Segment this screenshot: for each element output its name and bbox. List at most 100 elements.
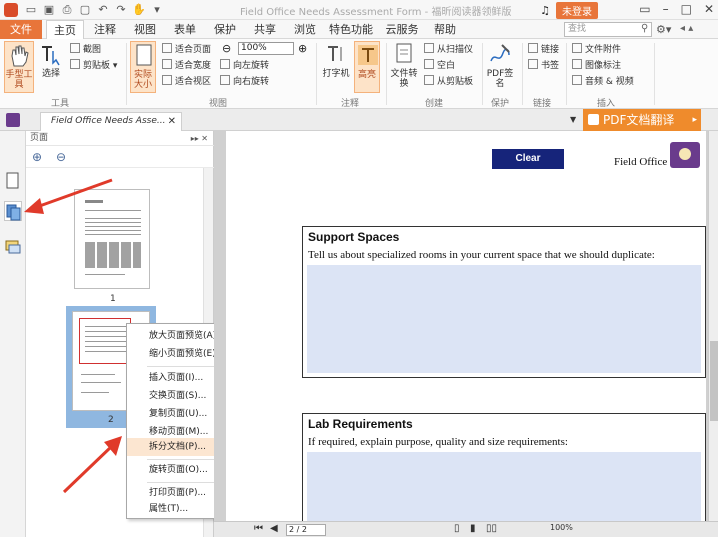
convert-button[interactable]: 文件转换 [390, 41, 418, 89]
highlight-button[interactable]: 高亮 [354, 41, 380, 93]
ribbon-separator [386, 43, 387, 105]
zoom-dropdown[interactable]: 100% [238, 42, 294, 55]
close-tab-icon[interactable]: ✕ [168, 113, 176, 130]
file-attachment-button[interactable]: 文件附件 [572, 43, 621, 57]
image-annotation-button[interactable]: 图像标注 [572, 59, 621, 73]
zoom-in-thumbnail-icon[interactable]: ⊕ [32, 150, 42, 164]
bell-icon[interactable]: ♫ [540, 4, 550, 17]
group-label-insert: 插入 [596, 99, 615, 109]
page-thumbnail-1[interactable] [74, 189, 150, 289]
prev-page-icon[interactable]: ◀ [270, 523, 278, 534]
new-icon[interactable]: ▢ [78, 3, 92, 17]
window-controls: ▭ – □ ✕ [639, 2, 714, 16]
ribbon: 手型工具 选择 截图 剪贴板 ▾ 工具 实际大小 适合页面 适合宽度 适合视区 … [0, 39, 718, 109]
from-scanner-button[interactable]: 从扫描仪 [424, 43, 473, 57]
page-number-1: 1 [110, 294, 116, 304]
panel-controls-icon[interactable]: ▸▸ ✕ [191, 131, 208, 146]
tab-home[interactable]: 主页 [46, 20, 84, 39]
thumb-line [85, 210, 141, 211]
zoom-out-thumbnail-icon[interactable]: ⊖ [56, 150, 66, 164]
nav-arrows-icon[interactable]: ◂ ▴ [680, 23, 693, 34]
open-icon[interactable]: ▭ [24, 3, 38, 17]
clear-button[interactable]: Clear [492, 149, 564, 169]
file-menu-button[interactable]: 文件 [0, 20, 42, 39]
tab-browse[interactable]: 浏览 [288, 20, 322, 39]
document-tab[interactable]: Field Office Needs Asse... ✕ [40, 112, 182, 131]
tab-share[interactable]: 共享 [248, 20, 282, 39]
restore-icon[interactable]: ▭ [639, 2, 650, 16]
view-mode-icon[interactable]: ▯▯ [486, 523, 497, 534]
redo-icon[interactable]: ↷ [114, 3, 128, 17]
tab-featured[interactable]: 特色功能 [326, 20, 376, 39]
login-button[interactable]: 未登录 [556, 2, 598, 19]
support-spaces-field[interactable] [307, 265, 701, 373]
tab-help[interactable]: 帮助 [428, 20, 462, 39]
thumb-line [85, 242, 141, 268]
rotate-left-button[interactable]: 向左旋转 [220, 59, 269, 73]
ribbon-separator [316, 43, 317, 105]
rail-page-button[interactable] [4, 171, 22, 191]
scrollbar-thumb[interactable] [710, 341, 718, 421]
thumb-line [85, 200, 103, 203]
clipboard-icon [70, 59, 80, 69]
actual-size-button[interactable]: 实际大小 [130, 41, 156, 93]
tab-comment[interactable]: 注释 [88, 20, 122, 39]
zoom-level[interactable]: 100% [550, 523, 573, 532]
dropdown-arrow-icon[interactable]: ▼ [570, 115, 576, 124]
ribbon-separator [482, 43, 483, 105]
minimize-icon[interactable]: – [663, 2, 669, 16]
camera-icon [70, 43, 80, 53]
zoom-out-icon[interactable]: ⊖ [222, 42, 231, 55]
screenshot-button[interactable]: 截图 [70, 43, 101, 57]
pdf-translate-button[interactable]: PDF文档翻译 ▸ [583, 109, 701, 131]
search-input[interactable]: 查找 [564, 22, 652, 37]
page-number-input[interactable]: 2 / 2 [286, 524, 326, 536]
tab-cloud[interactable]: 云服务 [382, 20, 422, 39]
section-description: If required, explain purpose, quality an… [308, 436, 568, 448]
save-icon[interactable]: ▣ [42, 3, 56, 17]
navigation-rail [0, 131, 26, 537]
customize-icon[interactable]: ▾ [150, 3, 164, 17]
text-cursor-icon [42, 46, 60, 66]
rail-comments-button[interactable] [4, 237, 22, 257]
clipboard-button[interactable]: 剪贴板 ▾ [70, 59, 117, 73]
blank-button[interactable]: 空白 [424, 59, 455, 73]
pdf-sign-button[interactable]: PDF签名 [486, 41, 514, 89]
fit-page-button[interactable]: 适合页面 [162, 43, 211, 57]
view-mode-icon[interactable]: ▯ [454, 523, 460, 534]
view-mode-icon[interactable]: ▮ [470, 523, 476, 534]
close-icon[interactable]: ✕ [704, 2, 714, 16]
rotate-left-icon [220, 59, 230, 69]
sticky-note-icon[interactable] [670, 142, 700, 168]
maximize-icon[interactable]: □ [681, 2, 692, 16]
print-icon[interactable]: ⎙ [60, 3, 74, 17]
select-button[interactable]: 选择 [38, 41, 64, 79]
typewriter-button[interactable]: 打字机 [322, 41, 350, 79]
first-page-icon[interactable]: ⏮ [254, 523, 263, 534]
rail-thumbnails-button[interactable] [4, 201, 22, 221]
fit-visible-button[interactable]: 适合视区 [162, 75, 211, 89]
zoom-in-icon[interactable]: ⊕ [298, 42, 307, 55]
rotate-right-button[interactable]: 向右旋转 [220, 75, 269, 89]
panel-toolbar: ⊕ ⊖ [26, 146, 214, 168]
tab-protect[interactable]: 保护 [208, 20, 242, 39]
from-clipboard-button[interactable]: 从剪贴板 [424, 75, 473, 89]
audio-video-button[interactable]: 音频 & 视频 [572, 75, 634, 89]
bookmark-button[interactable]: 书签 [528, 59, 559, 73]
hand-tool-button[interactable]: 手型工具 [4, 41, 34, 93]
tab-form[interactable]: 表单 [168, 20, 202, 39]
link-button[interactable]: 链接 [528, 43, 559, 57]
group-label-view: 视图 [208, 99, 227, 109]
undo-icon[interactable]: ↶ [96, 3, 110, 17]
hand-icon[interactable]: ✋ [132, 3, 146, 17]
chevron-right-icon: ▸ [692, 115, 697, 125]
ribbon-separator [126, 43, 127, 105]
search-icon[interactable]: ⚲ [641, 23, 648, 34]
fit-width-button[interactable]: 适合宽度 [162, 59, 211, 73]
tab-view[interactable]: 视图 [128, 20, 162, 39]
gear-icon[interactable]: ⚙▾ [656, 23, 671, 36]
highlight-icon [358, 45, 378, 65]
app-logo-icon [4, 3, 18, 17]
thumbnails-icon [6, 204, 21, 221]
document-scrollbar[interactable] [708, 131, 718, 521]
